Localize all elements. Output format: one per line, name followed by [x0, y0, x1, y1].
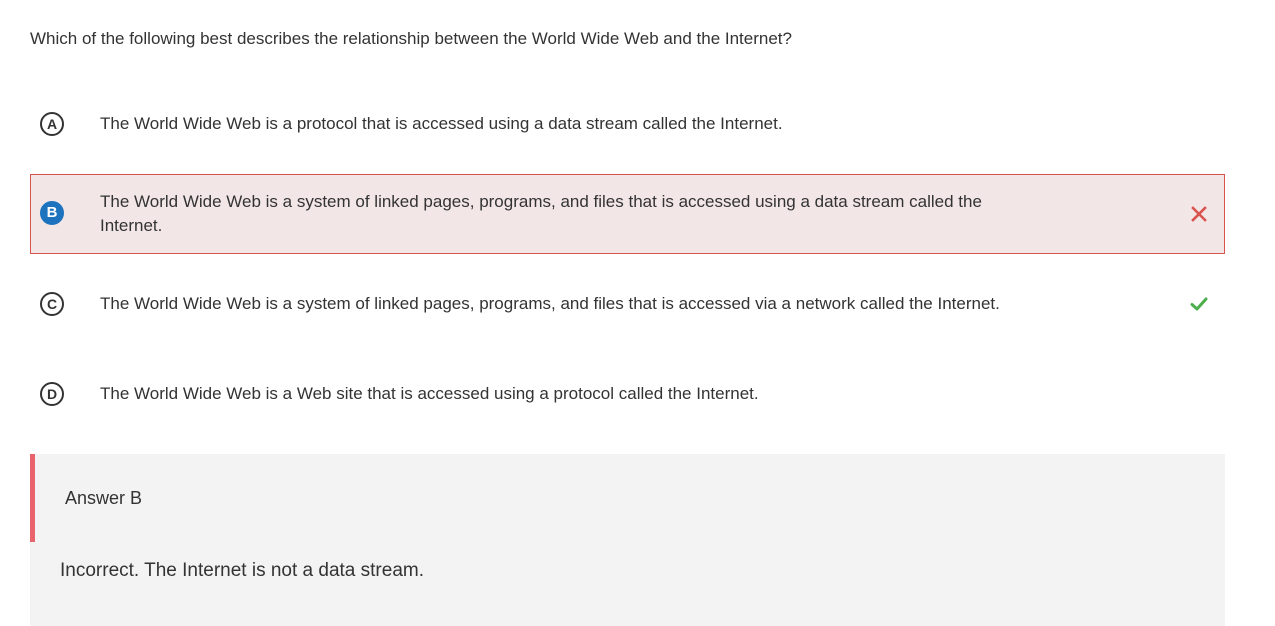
feedback-answer-label: Answer B [65, 488, 143, 508]
option-letter-badge-selected: B [40, 201, 64, 225]
answer-option-b[interactable]: B The World Wide Web is a system of link… [30, 174, 1225, 254]
option-text: The World Wide Web is a system of linked… [100, 294, 1000, 313]
x-icon [1190, 205, 1208, 223]
question-text: Which of the following best describes th… [30, 29, 792, 48]
option-letter-badge: C [40, 292, 64, 316]
answer-option-a[interactable]: A The World Wide Web is a protocol that … [30, 108, 1225, 140]
option-letter-badge: A [40, 112, 64, 136]
feedback-panel: Answer B Incorrect. The Internet is not … [30, 454, 1225, 626]
option-text: The World Wide Web is a system of linked… [100, 192, 982, 235]
option-text: The World Wide Web is a Web site that is… [100, 384, 759, 403]
feedback-accent-bar [30, 454, 35, 542]
option-text: The World Wide Web is a protocol that is… [100, 114, 783, 133]
answer-option-d[interactable]: D The World Wide Web is a Web site that … [30, 378, 1225, 410]
quiz-page: Which of the following best describes th… [0, 0, 1275, 626]
answer-option-c[interactable]: C The World Wide Web is a system of link… [30, 288, 1225, 320]
option-letter-badge: D [40, 382, 64, 406]
feedback-explanation: Incorrect. The Internet is not a data st… [60, 560, 424, 581]
checkmark-icon [1190, 295, 1208, 313]
